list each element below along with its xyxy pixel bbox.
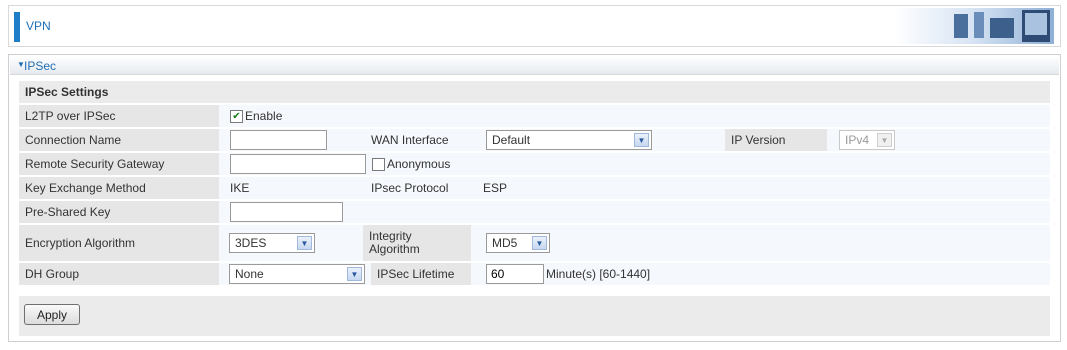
l2tp-enable-checkbox[interactable]: ✔ <box>230 109 243 123</box>
integrity-value: MD5 <box>492 236 518 250</box>
table-row: Remote Security Gateway Anonymous <box>19 153 1050 175</box>
chevron-down-icon: ▼ <box>532 236 547 250</box>
ip-version-value: IPv4 <box>845 133 870 147</box>
psk-label: Pre-Shared Key <box>19 201 219 223</box>
header-accent-bar <box>14 12 20 42</box>
wan-interface-select[interactable]: Default ▼ <box>486 130 652 150</box>
wan-interface-label: WAN Interface <box>371 133 449 147</box>
lifetime-unit: Minute(s) [60-1440] <box>546 267 651 281</box>
chevron-down-icon: ▼ <box>297 236 312 250</box>
dh-group-label: DH Group <box>19 263 219 285</box>
ipsec-protocol-value: ESP <box>483 181 508 195</box>
dh-group-value: None <box>235 267 264 281</box>
section-title: IPSec <box>24 59 57 73</box>
key-exchange-value: IKE <box>230 181 250 195</box>
table-row: DH Group None ▼ IPSec Lifetime Minute(s)… <box>19 263 1050 285</box>
connection-name-label: Connection Name <box>19 129 219 151</box>
l2tp-enable-label: Enable <box>245 109 283 123</box>
remote-gateway-input[interactable] <box>230 154 366 174</box>
chevron-down-icon: ▼ <box>634 133 649 147</box>
chevron-down-icon: ▼ <box>347 267 362 281</box>
network-banner-icon <box>894 8 1054 44</box>
integrity-label: Integrity Algorithm <box>363 225 471 261</box>
psk-input[interactable] <box>230 202 343 222</box>
button-bar: Apply <box>19 296 1050 336</box>
settings-subtitle: IPSec Settings <box>25 85 109 99</box>
wan-interface-value: Default <box>492 133 531 147</box>
apply-button[interactable]: Apply <box>24 304 80 325</box>
ipsec-section: ▼ IPSec IPSec Settings L2TP over IPSec ✔… <box>8 54 1061 342</box>
table-row: Encryption Algorithm 3DES ▼ Integrity Al… <box>19 225 1050 261</box>
table-row: Key Exchange Method IKE IPsec Protocol E… <box>19 177 1050 199</box>
lifetime-label: IPSec Lifetime <box>371 263 471 285</box>
table-subheader: IPSec Settings <box>19 81 1050 103</box>
dh-group-select[interactable]: None ▼ <box>229 264 365 284</box>
ip-version-label: IP Version <box>725 129 827 151</box>
lifetime-input[interactable] <box>486 264 544 284</box>
l2tp-label: L2TP over IPSec <box>19 105 219 127</box>
table-row: L2TP over IPSec ✔ Enable <box>19 105 1050 127</box>
connection-name-input[interactable] <box>230 130 327 150</box>
ipsec-protocol-label: IPsec Protocol <box>371 181 449 195</box>
anonymous-label: Anonymous <box>387 157 451 171</box>
table-row: Connection Name WAN Interface Default ▼ … <box>19 129 1050 151</box>
remote-gateway-label: Remote Security Gateway <box>19 153 219 175</box>
page-title: VPN <box>26 19 51 33</box>
chevron-down-icon: ▼ <box>877 133 892 147</box>
anonymous-checkbox[interactable] <box>372 157 385 171</box>
table-row: Pre-Shared Key <box>19 201 1050 223</box>
encryption-label: Encryption Algorithm <box>19 225 219 261</box>
section-title-bar[interactable]: ▼ IPSec <box>10 56 1059 75</box>
encryption-value: 3DES <box>235 236 267 250</box>
encryption-select[interactable]: 3DES ▼ <box>229 233 315 253</box>
integrity-select[interactable]: MD5 ▼ <box>486 233 550 253</box>
page-header: VPN <box>8 5 1061 47</box>
ip-version-select[interactable]: IPv4 ▼ <box>839 130 895 150</box>
key-exchange-label: Key Exchange Method <box>19 177 219 199</box>
